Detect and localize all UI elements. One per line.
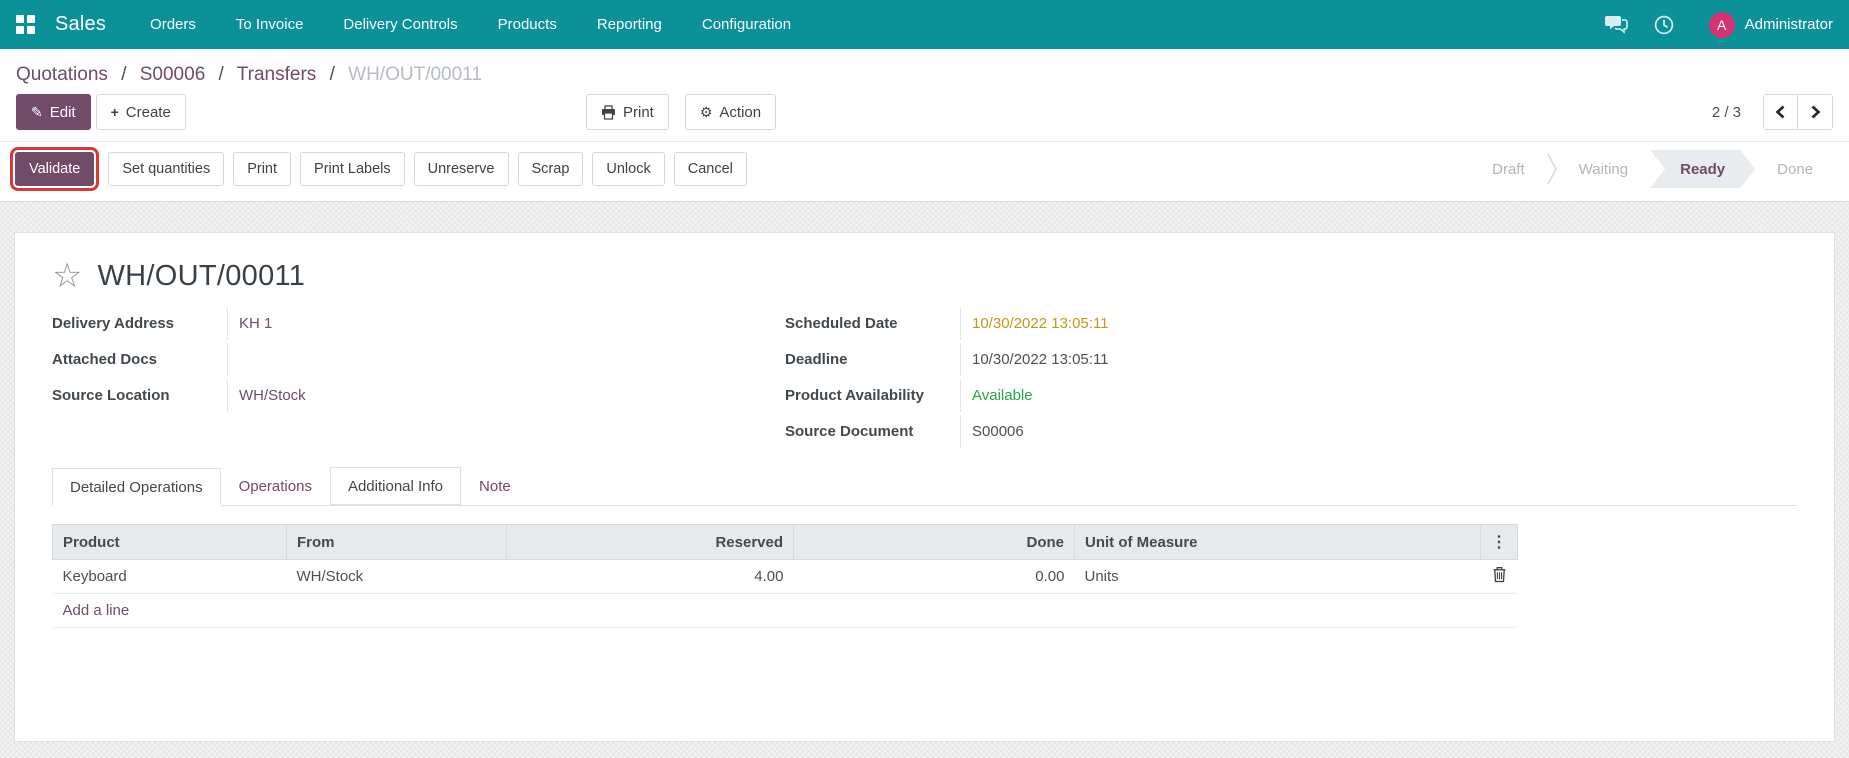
stage-waiting[interactable]: Waiting (1557, 150, 1650, 188)
form-background: ☆ WH/OUT/00011 Delivery Address KH 1 Att… (0, 202, 1849, 758)
menu-orders[interactable]: Orders (130, 0, 216, 49)
pager: 2 / 3 (1712, 94, 1833, 130)
tab-detailed-operations[interactable]: Detailed Operations (52, 468, 221, 506)
print-button[interactable]: Print (586, 94, 669, 130)
pencil-icon: ✎ (31, 104, 43, 120)
print-statusbar-button[interactable]: Print (233, 152, 292, 186)
breadcrumb-current: WH/OUT/00011 (348, 64, 482, 85)
menu-to-invoice[interactable]: To Invoice (216, 0, 324, 49)
table-header-row: Product From Reserved Done Unit of Measu… (52, 524, 1518, 560)
attached-docs-value (228, 343, 239, 363)
breadcrumb-transfers[interactable]: Transfers (237, 64, 317, 85)
scheduled-date-label: Scheduled Date (785, 307, 961, 340)
delivery-address-label: Delivery Address (52, 307, 228, 340)
cell-uom: Units (1074, 559, 1481, 594)
breadcrumb: Quotations / S00006 / Transfers / WH/OUT… (0, 49, 1849, 91)
menu-delivery-controls[interactable]: Delivery Controls (323, 0, 477, 49)
col-done: Done (793, 524, 1075, 560)
control-panel: ✎ Edit + Create Print ⚙ Action 2 / 3 (0, 91, 1849, 141)
cell-from: WH/Stock (286, 559, 507, 594)
add-a-line-link[interactable]: Add a line (63, 602, 130, 619)
gear-icon: ⚙ (699, 104, 713, 120)
unreserve-button[interactable]: Unreserve (413, 152, 509, 186)
field-grid: Delivery Address KH 1 Attached Docs Sour… (52, 307, 1797, 451)
attached-docs-label: Attached Docs (52, 343, 228, 376)
top-navbar: Sales Orders To Invoice Delivery Control… (0, 0, 1849, 49)
source-document-label: Source Document (785, 415, 961, 448)
statusbar: Validate Set quantities Print Print Labe… (0, 141, 1849, 202)
source-document-value: S00006 (972, 423, 1024, 440)
cell-product: Keyboard (52, 559, 287, 594)
col-from: From (286, 524, 507, 560)
stage-ready[interactable]: Ready (1650, 150, 1755, 188)
form-sheet: ☆ WH/OUT/00011 Delivery Address KH 1 Att… (14, 232, 1835, 742)
tab-note[interactable]: Note (461, 467, 529, 505)
col-reserved: Reserved (506, 524, 794, 560)
pager-previous-button[interactable] (1764, 95, 1798, 129)
apps-grid-icon[interactable] (16, 15, 35, 34)
breadcrumb-quotations[interactable]: Quotations (16, 64, 108, 85)
detailed-operations-table: Product From Reserved Done Unit of Measu… (52, 524, 1518, 628)
stage-pipeline: Draft Waiting Ready Done (1470, 150, 1835, 188)
optional-columns-icon[interactable]: ⋮ (1491, 534, 1507, 551)
col-product: Product (52, 524, 287, 560)
cell-done: 0.00 (793, 559, 1075, 594)
menu-configuration[interactable]: Configuration (682, 0, 811, 49)
add-line-row: Add a line (52, 593, 1518, 628)
pager-next-button[interactable] (1798, 95, 1832, 129)
scrap-button[interactable]: Scrap (517, 152, 584, 186)
action-button[interactable]: ⚙ Action (684, 94, 777, 130)
printer-icon (601, 104, 616, 120)
app-name[interactable]: Sales (55, 13, 106, 36)
tab-additional-info[interactable]: Additional Info (329, 467, 462, 505)
validate-button[interactable]: Validate (9, 147, 100, 191)
product-availability-label: Product Availability (785, 379, 961, 412)
product-availability-value: Available (972, 387, 1033, 404)
record-title: WH/OUT/00011 (97, 259, 306, 292)
breadcrumb-separator: / (329, 64, 335, 85)
menu-products[interactable]: Products (478, 0, 577, 49)
activities-clock-icon[interactable] (1654, 15, 1674, 35)
source-location-value[interactable]: WH/Stock (228, 379, 306, 412)
user-name: Administrator (1744, 16, 1833, 33)
plus-icon: + (110, 104, 119, 120)
field-group-right: Scheduled Date 10/30/2022 13:05:11 Deadl… (785, 307, 1797, 451)
favorite-star-icon[interactable]: ☆ (52, 259, 82, 293)
stage-separator-icon (1546, 152, 1557, 186)
set-quantities-button[interactable]: Set quantities (108, 152, 225, 186)
cancel-button[interactable]: Cancel (673, 152, 747, 186)
create-button[interactable]: + Create (95, 94, 186, 130)
breadcrumb-separator: / (218, 64, 224, 85)
unlock-button[interactable]: Unlock (592, 152, 665, 186)
user-menu[interactable]: A Administrator (1708, 11, 1833, 38)
delete-row-icon[interactable] (1492, 566, 1507, 587)
deadline-value: 10/30/2022 13:05:11 (972, 351, 1109, 368)
breadcrumb-s00006[interactable]: S00006 (140, 64, 206, 85)
source-location-label: Source Location (52, 379, 228, 412)
top-menu: Orders To Invoice Delivery Controls Prod… (130, 0, 811, 49)
col-unit-of-measure: Unit of Measure (1074, 524, 1481, 560)
table-row[interactable]: Keyboard WH/Stock 4.00 0.00 Units (52, 559, 1518, 594)
deadline-label: Deadline (785, 343, 961, 376)
menu-reporting[interactable]: Reporting (577, 0, 682, 49)
pager-value[interactable]: 2 / 3 (1712, 104, 1741, 121)
tab-operations[interactable]: Operations (221, 467, 330, 505)
field-group-left: Delivery Address KH 1 Attached Docs Sour… (52, 307, 785, 451)
stage-draft[interactable]: Draft (1470, 150, 1547, 188)
print-labels-button[interactable]: Print Labels (300, 152, 405, 186)
avatar[interactable]: A (1708, 11, 1735, 38)
delivery-address-value[interactable]: KH 1 (228, 307, 272, 340)
stage-done[interactable]: Done (1755, 150, 1835, 188)
messages-icon[interactable] (1604, 15, 1628, 34)
scheduled-date-value: 10/30/2022 13:05:11 (972, 315, 1109, 332)
breadcrumb-separator: / (121, 64, 127, 85)
notebook-tabs: Detailed Operations Operations Additiona… (52, 467, 1797, 506)
edit-button[interactable]: ✎ Edit (16, 94, 91, 130)
cell-reserved: 4.00 (506, 559, 794, 594)
